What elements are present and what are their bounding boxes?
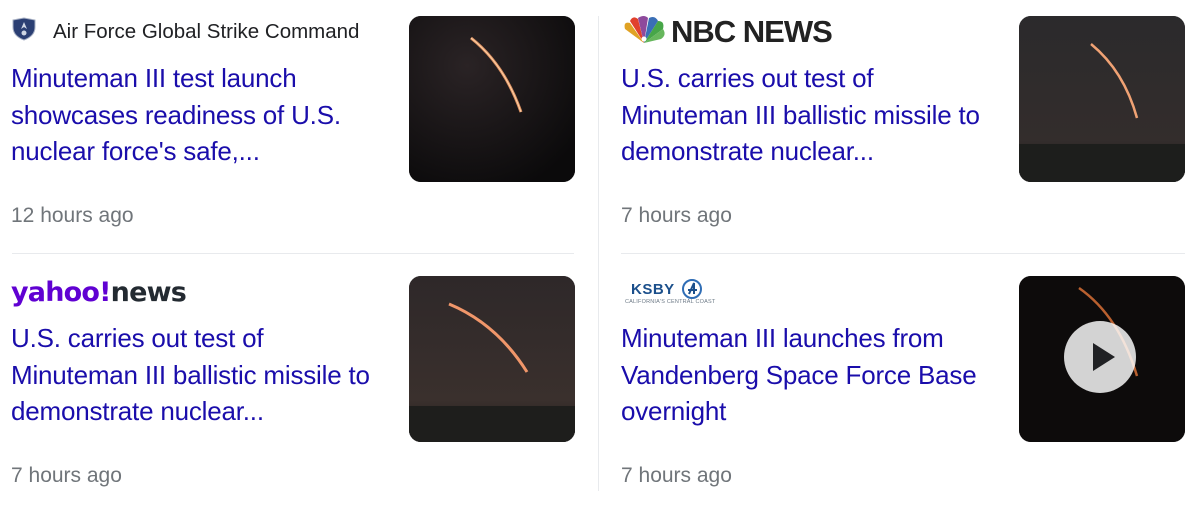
source-yahoo: yahoo!news — [11, 276, 187, 308]
timestamp: 12 hours ago — [11, 204, 134, 227]
ksby-logo: KSBY CALIFORNIA'S CENTRAL COAST — [621, 276, 721, 308]
video-thumbnail[interactable] — [1019, 276, 1185, 442]
yahoo-wordmark: yahoo — [11, 276, 100, 308]
timestamp: 7 hours ago — [621, 204, 732, 227]
thumbnail-image[interactable] — [409, 16, 575, 182]
source-name: Air Force Global Strike Command — [53, 20, 360, 43]
news-card[interactable]: NBC NEWS U.S. carries out test of Minute… — [621, 14, 1199, 258]
ksby-channel-icon — [682, 279, 702, 299]
source-ksby: KSBY CALIFORNIA'S CENTRAL COAST — [621, 276, 721, 308]
news-card[interactable]: KSBY CALIFORNIA'S CENTRAL COAST Minutema… — [621, 276, 1199, 518]
yahoo-news-wordmark: news — [110, 276, 187, 308]
headline-link[interactable]: U.S. carries out test of Minuteman III b… — [11, 320, 396, 430]
source-nbc: NBC NEWS — [621, 14, 833, 50]
thumbnail-image[interactable] — [1019, 16, 1185, 182]
news-card[interactable]: yahoo!news U.S. carries out test of Minu… — [11, 276, 589, 518]
air-force-shield-icon — [11, 17, 37, 47]
source-name: NBC NEWS — [671, 14, 833, 49]
column-divider — [598, 16, 599, 491]
source-afgsc: Air Force Global Strike Command — [11, 16, 359, 48]
yahoo-bang: ! — [99, 276, 111, 308]
source-tagline: CALIFORNIA'S CENTRAL COAST — [625, 299, 716, 305]
news-grid: Air Force Global Strike Command Minutema… — [0, 0, 1200, 503]
thumbnail-image[interactable] — [409, 276, 575, 442]
news-card[interactable]: Air Force Global Strike Command Minutema… — [11, 16, 589, 258]
headline-link[interactable]: Minuteman III launches from Vandenberg S… — [621, 320, 1006, 430]
play-icon[interactable] — [1064, 321, 1136, 393]
headline-link[interactable]: Minuteman III test launch showcases read… — [11, 60, 396, 170]
headline-link[interactable]: U.S. carries out test of Minuteman III b… — [621, 60, 1006, 170]
timestamp: 7 hours ago — [621, 464, 732, 487]
source-name: KSBY — [631, 281, 675, 298]
timestamp: 7 hours ago — [11, 464, 122, 487]
nbc-peacock-icon — [621, 15, 667, 50]
